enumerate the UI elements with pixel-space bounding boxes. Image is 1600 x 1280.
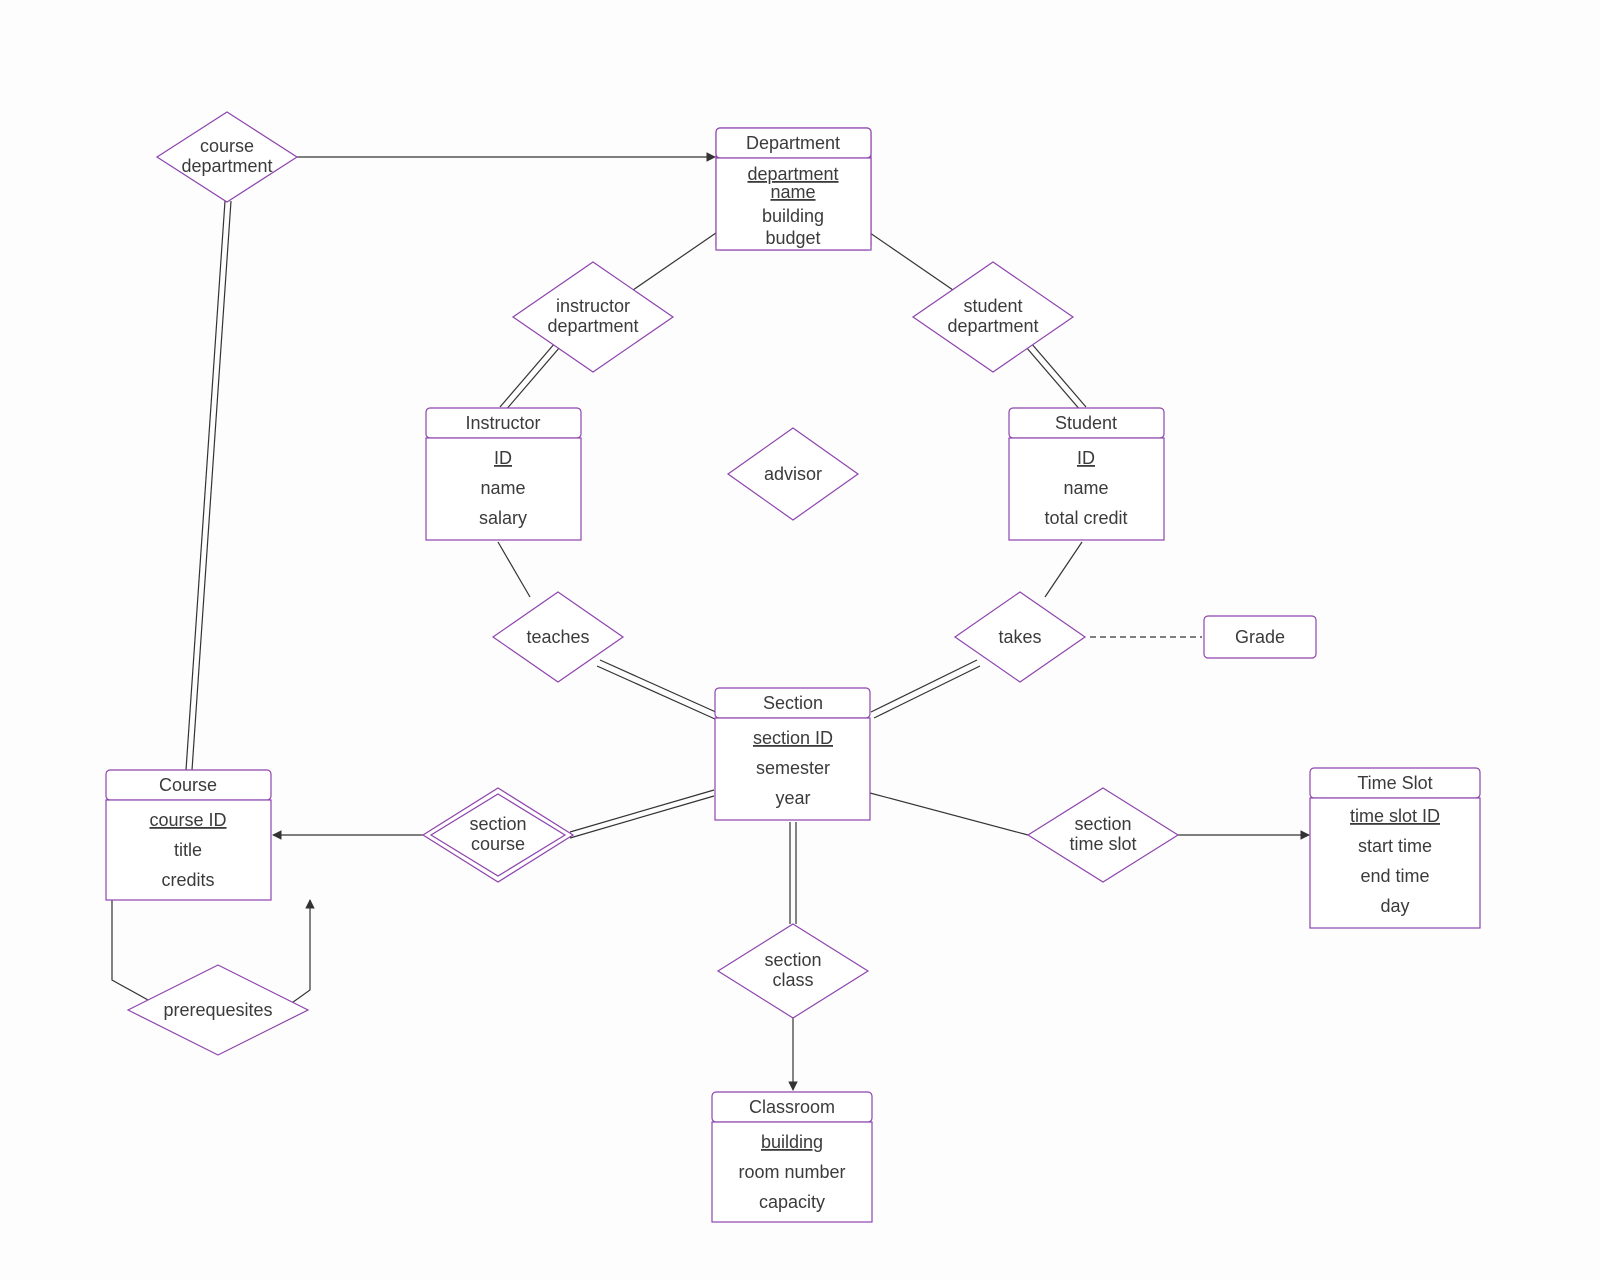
- entity-student: Student ID name total credit: [1009, 408, 1164, 540]
- svg-text:room number: room number: [738, 1162, 845, 1182]
- edge-teaches-section-b: [597, 666, 715, 719]
- rel-section-course: section course: [423, 788, 573, 882]
- edge-seccourse-section-b: [570, 796, 714, 838]
- entity-grade: Grade: [1204, 616, 1316, 658]
- svg-text:course: course: [200, 136, 254, 156]
- edge-studdept-student-b: [1026, 347, 1081, 411]
- rel-course-department: course department: [157, 112, 297, 202]
- svg-text:department: department: [181, 156, 272, 176]
- svg-text:start time: start time: [1358, 836, 1432, 856]
- edge-takes-section-a: [871, 660, 977, 712]
- entity-classroom: Classroom building room number capacity: [712, 1092, 872, 1222]
- entity-instructor: Instructor ID name salary: [426, 408, 581, 540]
- edge-coursedept-course-a: [186, 201, 225, 770]
- svg-text:Course: Course: [159, 775, 217, 795]
- edge-coursedept-course-b: [192, 201, 231, 770]
- svg-text:Classroom: Classroom: [749, 1097, 835, 1117]
- svg-text:Instructor: Instructor: [465, 413, 540, 433]
- edge-instdept-instructor-a: [500, 343, 555, 407]
- svg-text:building: building: [761, 1132, 823, 1152]
- svg-text:name: name: [770, 182, 815, 202]
- svg-text:Student: Student: [1055, 413, 1117, 433]
- svg-text:department: department: [547, 316, 638, 336]
- edge-instdept-department: [633, 224, 729, 290]
- edge-seccourse-section-a: [570, 790, 714, 832]
- svg-text:budget: budget: [765, 228, 820, 248]
- svg-text:title: title: [174, 840, 202, 860]
- edge-teaches-section-a: [600, 660, 718, 713]
- svg-text:time slot ID: time slot ID: [1350, 806, 1440, 826]
- svg-text:section: section: [469, 814, 526, 834]
- edge-prereq-left: [112, 900, 166, 1010]
- edge-instdept-instructor-b: [505, 347, 560, 411]
- svg-text:takes: takes: [998, 627, 1041, 647]
- svg-text:Section: Section: [763, 693, 823, 713]
- svg-text:class: class: [772, 970, 813, 990]
- svg-text:course ID: course ID: [149, 810, 226, 830]
- svg-text:end time: end time: [1360, 866, 1429, 886]
- svg-text:student: student: [963, 296, 1022, 316]
- svg-text:semester: semester: [756, 758, 830, 778]
- svg-text:department: department: [947, 316, 1038, 336]
- svg-text:credits: credits: [161, 870, 214, 890]
- svg-text:ID: ID: [494, 448, 512, 468]
- rel-section-class: section class: [718, 924, 868, 1018]
- svg-text:section: section: [1074, 814, 1131, 834]
- edge-takes-student: [1045, 542, 1082, 597]
- svg-text:advisor: advisor: [764, 464, 822, 484]
- svg-text:year: year: [775, 788, 810, 808]
- svg-text:course: course: [471, 834, 525, 854]
- svg-text:Department: Department: [746, 133, 840, 153]
- svg-text:total credit: total credit: [1044, 508, 1127, 528]
- svg-text:instructor: instructor: [556, 296, 630, 316]
- edge-teaches-instructor: [498, 542, 530, 597]
- svg-text:name: name: [480, 478, 525, 498]
- svg-text:section ID: section ID: [753, 728, 833, 748]
- svg-text:salary: salary: [479, 508, 527, 528]
- rel-advisor: advisor: [728, 428, 858, 520]
- svg-text:ID: ID: [1077, 448, 1095, 468]
- edge-studdept-student-a: [1031, 343, 1086, 407]
- svg-text:Grade: Grade: [1235, 627, 1285, 647]
- svg-text:Time Slot: Time Slot: [1357, 773, 1432, 793]
- entity-course: Course course ID title credits: [106, 770, 271, 900]
- svg-text:name: name: [1063, 478, 1108, 498]
- svg-text:building: building: [762, 206, 824, 226]
- svg-text:prerequesites: prerequesites: [163, 1000, 272, 1020]
- svg-text:capacity: capacity: [759, 1192, 825, 1212]
- edge-sectimeslot-section: [870, 793, 1028, 835]
- svg-text:day: day: [1380, 896, 1409, 916]
- entity-section: Section section ID semester year: [715, 688, 870, 820]
- svg-text:teaches: teaches: [526, 627, 589, 647]
- rel-prerequisites: prerequesites: [128, 965, 308, 1055]
- svg-text:section: section: [764, 950, 821, 970]
- edge-takes-section-b: [874, 666, 980, 718]
- svg-text:department: department: [747, 164, 838, 184]
- edge-prereq-right: [282, 900, 310, 1010]
- entity-timeslot: Time Slot time slot ID start time end ti…: [1310, 768, 1480, 928]
- rel-section-time-slot: section time slot: [1028, 788, 1178, 882]
- svg-text:time slot: time slot: [1069, 834, 1136, 854]
